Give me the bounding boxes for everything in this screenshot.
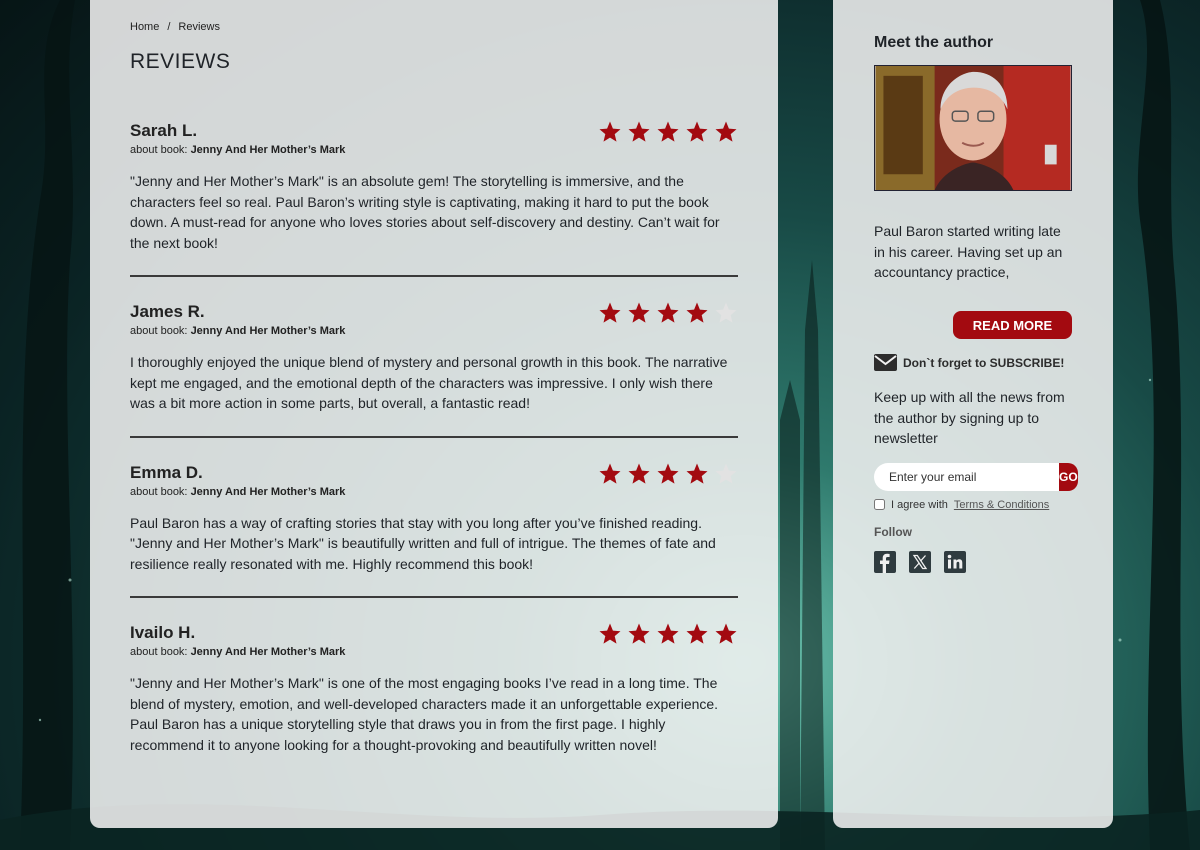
breadcrumb-separator: / [167,21,171,33]
review-item: James R. about book: Jenny And Her Mothe… [130,301,738,438]
review-text: "Jenny and Her Mother’s Mark" is one of … [130,675,719,753]
star-rating [598,462,738,486]
page-title: REVIEWS [130,50,231,73]
read-more-button[interactable]: READ MORE [953,311,1072,339]
about-prefix: about book: [130,646,188,658]
subscribe-note: Don`t forget to SUBSCRIBE! [874,354,1072,371]
star-rating [598,622,738,646]
reviewer-name: Sarah L. [130,121,198,140]
star-filled-icon [628,623,650,644]
breadcrumb-home-link[interactable]: Home [130,21,159,33]
reviewer-name: Emma D. [130,462,203,482]
terms-agreement: I agree with Terms & Conditions [874,499,1072,511]
terms-checkbox[interactable] [874,499,885,510]
star-rating [598,301,738,325]
star-filled-icon [686,463,708,484]
book-title: Jenny And Her Mother’s Mark [190,485,346,498]
about-book-line: about book: Jenny And Her Mother’s Mark [130,324,345,338]
author-photo [874,65,1072,191]
book-title: Jenny And Her Mother’s Mark [190,646,346,658]
review-text: Paul Baron has a way of crafting stories… [130,514,716,572]
star-filled-icon [686,623,708,644]
star-filled-icon [628,121,650,142]
sidebar-title: Meet the author [874,34,994,51]
newsletter-text: Keep up with all the news from the autho… [874,389,1065,446]
star-filled-icon [715,121,737,142]
breadcrumb-current: Reviews [178,21,220,33]
star-filled-icon [599,463,621,484]
star-filled-icon [657,121,679,142]
star-filled-icon [599,302,621,323]
about-prefix: about book: [130,144,188,156]
star-filled-icon [599,623,621,644]
star-empty-icon [715,302,737,323]
review-text: I thoroughly enjoyed the unique blend of… [130,354,728,411]
review-list: Sarah L. about book: Jenny And Her Mothe… [130,120,738,777]
star-filled-icon [657,623,679,644]
follow-label: Follow [874,524,912,539]
review-item: Ivailo H. about book: Jenny And Her Moth… [130,622,738,777]
star-filled-icon [599,121,621,142]
about-book-line: about book: Jenny And Her Mother’s Mark [130,645,345,659]
about-book-line: about book: Jenny And Her Mother’s Mark [130,143,345,157]
star-empty-icon [715,463,737,484]
book-title: Jenny And Her Mother’s Mark [190,325,346,337]
about-prefix: about book: [130,485,188,498]
reviewer-name: James R. [130,302,205,321]
newsletter-form: GO [874,462,1078,491]
book-title: Jenny And Her Mother’s Mark [190,144,346,156]
author-sidebar: Meet the author Paul Baron started writi… [833,0,1113,828]
envelope-icon [874,354,897,371]
agree-text: I agree with [891,498,948,511]
star-filled-icon [657,463,679,484]
author-bio: Paul Baron started writing late in his c… [874,223,1063,280]
linkedin-link[interactable] [944,550,966,573]
reviews-panel: Home / Reviews REVIEWS Sarah L. about bo… [90,0,778,828]
about-prefix: about book: [130,325,188,337]
star-filled-icon [628,463,650,484]
facebook-link[interactable] [874,550,896,573]
review-item: Emma D. about book: Jenny And Her Mother… [130,462,738,598]
star-rating [598,120,738,144]
star-filled-icon [715,623,737,644]
star-filled-icon [686,302,708,323]
review-text: "Jenny and Her Mother’s Mark" is an abso… [130,173,720,251]
go-button[interactable]: GO [1059,462,1078,491]
linkedin-icon [944,550,966,573]
breadcrumb: Home / Reviews [130,18,738,36]
reviewer-name: Ivailo H. [130,623,196,642]
x-link[interactable] [909,550,931,573]
terms-link[interactable]: Terms & Conditions [954,499,1049,511]
about-book-line: about book: Jenny And Her Mother’s Mark [130,485,345,499]
review-item: Sarah L. about book: Jenny And Her Mothe… [130,120,738,277]
email-input[interactable] [874,462,1059,491]
star-filled-icon [657,302,679,323]
facebook-icon [874,550,896,573]
x-icon [909,550,931,573]
subscribe-text: Don`t forget to SUBSCRIBE! [903,355,1065,370]
social-links [874,550,1072,573]
star-filled-icon [686,121,708,142]
star-filled-icon [628,302,650,323]
